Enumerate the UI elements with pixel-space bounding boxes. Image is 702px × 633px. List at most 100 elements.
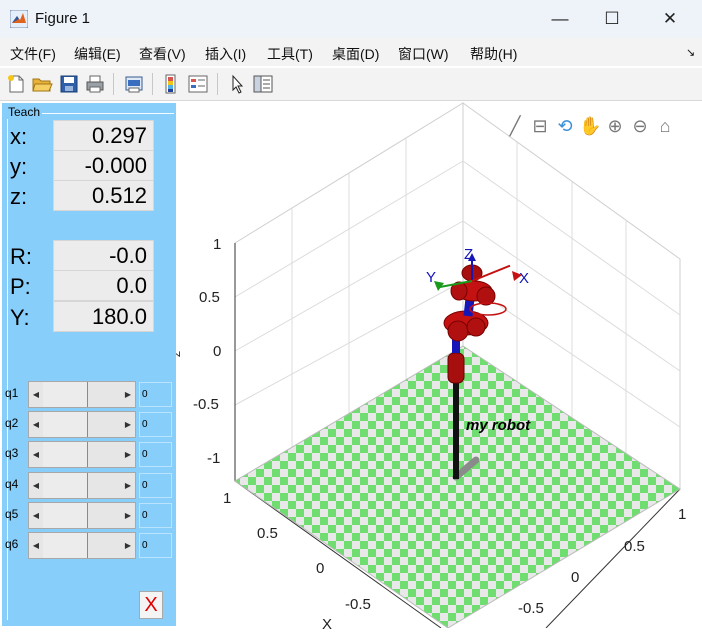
joint-slider-q5[interactable]: ◀ ▶ [28, 502, 136, 529]
x-label: x: [10, 124, 28, 149]
pan-icon[interactable]: ✋ [579, 114, 601, 138]
joint-value-q3[interactable]: 0 [139, 442, 172, 467]
dock-arrow-icon[interactable]: ↘ [686, 46, 695, 59]
slider-thumb[interactable] [87, 412, 123, 437]
joint-label-q2: q2 [5, 416, 19, 430]
pitch-value-field: 0.0 [53, 270, 154, 301]
slider-left-arrow-icon[interactable]: ◀ [29, 533, 43, 558]
roll-label: R: [10, 244, 32, 269]
z-tick-label: -0.5 [193, 396, 219, 413]
slider-right-arrow-icon[interactable]: ▶ [121, 473, 135, 498]
x-tick-label: -0.5 [518, 600, 544, 617]
joint-value-q2[interactable]: 0 [139, 412, 172, 437]
menu-tools[interactable]: 工具(T) [267, 44, 313, 64]
joint-value-q5[interactable]: 0 [139, 503, 172, 528]
teach-panel-title: Teach [6, 105, 43, 119]
brush-icon[interactable]: ╱ [504, 114, 526, 138]
datatip-icon[interactable]: ⊟ [529, 114, 551, 138]
frame-x-label: X [519, 270, 530, 287]
colorbar-icon[interactable] [160, 73, 182, 95]
toolbar-separator [152, 73, 153, 95]
maximize-button[interactable]: ☐ [588, 0, 636, 38]
z-value-field: 0.512 [53, 180, 154, 211]
slider-right-arrow-icon[interactable]: ▶ [121, 503, 135, 528]
y-tick-label: -0.5 [345, 596, 371, 613]
slider-right-arrow-icon[interactable]: ▶ [121, 382, 135, 407]
slider-left-arrow-icon[interactable]: ◀ [29, 503, 43, 528]
slider-thumb[interactable] [87, 503, 123, 528]
x-tick-label: 0.5 [624, 538, 645, 555]
title-bar: Figure 1 — ☐ ✕ [0, 0, 702, 38]
menu-insert[interactable]: 插入(I) [205, 44, 246, 64]
zoom-out-icon[interactable]: ⊖ [629, 114, 651, 138]
joint-label-q5: q5 [5, 507, 19, 521]
toolbar-separator [113, 73, 114, 95]
menu-window[interactable]: 窗口(W) [398, 44, 449, 64]
joint-label-q4: q4 [5, 477, 19, 491]
slider-right-arrow-icon[interactable]: ▶ [121, 412, 135, 437]
frame-y-label: Y [426, 269, 437, 286]
z-tick-label: -1 [207, 450, 221, 467]
y-tick-label: 0 [316, 560, 325, 577]
pointer-icon[interactable] [226, 73, 248, 95]
print-preview-icon[interactable] [123, 73, 145, 95]
joint-slider-q6[interactable]: ◀ ▶ [28, 532, 136, 559]
yaw-label: Y: [10, 305, 30, 330]
x-value-field: 0.297 [53, 120, 154, 151]
menu-edit[interactable]: 编辑(E) [74, 44, 121, 64]
y-tick-label: 1 [223, 490, 232, 507]
slider-left-arrow-icon[interactable]: ◀ [29, 473, 43, 498]
x-tick-label: 0 [571, 569, 580, 586]
menu-help[interactable]: 帮助(H) [470, 44, 517, 64]
joint-slider-q2[interactable]: ◀ ▶ [28, 411, 136, 438]
slider-left-arrow-icon[interactable]: ◀ [29, 412, 43, 437]
teach-close-button[interactable]: X [139, 591, 163, 619]
slider-right-arrow-icon[interactable]: ▶ [121, 533, 135, 558]
roll-value-field: -0.0 [53, 240, 154, 271]
menu-desktop[interactable]: 桌面(D) [332, 44, 379, 64]
menu-view[interactable]: 查看(V) [139, 44, 186, 64]
y-value-field: -0.000 [53, 150, 154, 181]
slider-thumb[interactable] [87, 382, 123, 407]
window-title: Figure 1 [35, 10, 91, 27]
slider-right-arrow-icon[interactable]: ▶ [121, 442, 135, 467]
zoom-in-icon[interactable]: ⊕ [604, 114, 626, 138]
y-tick-label: 0.5 [257, 525, 278, 542]
joint-label-q3: q3 [5, 446, 19, 460]
z-tick-label: 1 [213, 236, 222, 253]
yaw-value-field: 180.0 [53, 301, 154, 332]
joint-slider-q3[interactable]: ◀ ▶ [28, 441, 136, 468]
slider-left-arrow-icon[interactable]: ◀ [29, 442, 43, 467]
open-file-icon[interactable] [31, 73, 53, 95]
joint-label-q6: q6 [5, 537, 19, 551]
new-figure-icon[interactable] [5, 73, 27, 95]
home-icon[interactable]: ⌂ [654, 114, 676, 138]
joint-value-q1[interactable]: 0 [139, 382, 172, 407]
print-icon[interactable] [84, 73, 106, 95]
property-editor-icon[interactable] [252, 73, 274, 95]
minimize-button[interactable]: — [536, 0, 584, 38]
joint-value-q4[interactable]: 0 [139, 473, 172, 498]
legend-icon[interactable] [187, 73, 209, 95]
matlab-icon [10, 10, 28, 28]
joint-value-q6[interactable]: 0 [139, 533, 172, 558]
robot-name-label: my robot [466, 417, 531, 434]
rotate-3d-icon[interactable]: ⟲ [554, 114, 576, 138]
close-window-button[interactable]: ✕ [646, 0, 694, 38]
menu-file[interactable]: 文件(F) [10, 44, 56, 64]
z-tick-label: 0.5 [199, 289, 220, 306]
joint-slider-q4[interactable]: ◀ ▶ [28, 472, 136, 499]
slider-thumb[interactable] [87, 533, 123, 558]
z-label: z: [10, 184, 28, 209]
x-axis-label: X [322, 616, 333, 633]
slider-thumb[interactable] [87, 442, 123, 467]
slider-left-arrow-icon[interactable]: ◀ [29, 382, 43, 407]
save-icon[interactable] [58, 73, 80, 95]
joint-label-q1: q1 [5, 386, 19, 400]
menu-bar: 文件(F) 编辑(E) 查看(V) 插入(I) 工具(T) 桌面(D) 窗口(W… [0, 38, 702, 66]
joint-slider-q1[interactable]: ◀ ▶ [28, 381, 136, 408]
y-label: y: [10, 154, 28, 179]
slider-thumb[interactable] [87, 473, 123, 498]
pitch-label: P: [10, 274, 31, 299]
figure-toolbar [0, 68, 702, 101]
